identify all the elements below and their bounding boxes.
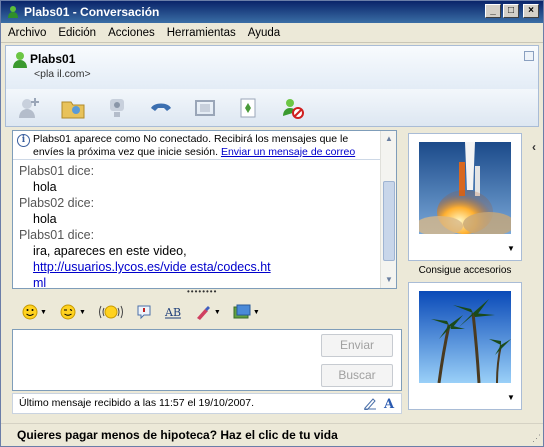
video-link-continued[interactable]: ml <box>33 276 46 288</box>
invite-icon[interactable] <box>14 93 44 123</box>
menu-bar: Archivo Edición Acciones Herramientas Ay… <box>1 23 543 43</box>
contact-display-picture[interactable]: ▼ <box>408 133 522 261</box>
activities-icon[interactable] <box>190 93 220 123</box>
svg-text:A: A <box>383 397 395 410</box>
chevron-down-icon[interactable]: ▼ <box>507 393 515 402</box>
pin-icon[interactable] <box>524 51 534 61</box>
menu-ayuda[interactable]: Ayuda <box>241 27 285 39</box>
emoticon-button[interactable]: ▼ <box>22 302 47 322</box>
wink-button[interactable]: ▼ <box>59 302 86 322</box>
nudge-button[interactable] <box>98 302 124 322</box>
title-bar[interactable]: Plabs01 - Conversación _ □ × <box>1 1 543 23</box>
nudge-icon <box>98 305 123 319</box>
contact-header: Plabs01 <pla il.com> <box>5 45 539 89</box>
info-icon: i <box>17 134 30 147</box>
message-text: ira, apareces en este video, <box>33 244 187 258</box>
smiley-icon <box>22 304 38 320</box>
contact-name: Plabs01 <box>30 52 76 66</box>
minimize-button[interactable]: _ <box>485 4 501 18</box>
message-text: hola <box>33 180 57 194</box>
send-files-icon[interactable] <box>58 93 88 123</box>
accessories-link[interactable]: Consigue accesorios <box>406 265 524 276</box>
offline-info-banner: i Plabs01 aparece como No conectado. Rec… <box>13 131 380 160</box>
speech-bubble-icon <box>137 305 151 320</box>
message-sender: Plabs02 dice: <box>19 196 95 210</box>
font-button[interactable]: AB <box>164 302 182 322</box>
scroll-thumb[interactable] <box>383 181 395 261</box>
status-bar: Último mensaje recibido a las 11:57 el 1… <box>12 393 402 414</box>
display-pictures-panel: ▼ Consigue accesorios ▼ <box>406 130 524 414</box>
wink-icon <box>60 304 76 320</box>
chevron-down-icon: ▼ <box>78 308 86 316</box>
send-email-link[interactable]: Enviar un mensaje de correo <box>221 146 355 158</box>
background-color-button[interactable]: ▼ <box>194 302 221 322</box>
chevron-down-icon[interactable]: ▼ <box>507 244 515 253</box>
chevron-down-icon: ▼ <box>40 308 47 316</box>
send-button[interactable]: Enviar <box>321 334 393 357</box>
advertisement-banner[interactable]: Quieres pagar menos de hipoteca? Haz el … <box>1 423 543 446</box>
search-button[interactable]: Buscar <box>321 364 393 387</box>
video-link[interactable]: http://usuarios.lycos.es/vide esta/codec… <box>33 260 271 274</box>
scroll-down-icon[interactable]: ▼ <box>381 272 396 288</box>
handwriting-icon[interactable] <box>363 396 377 410</box>
svg-text:AB: AB <box>164 306 181 319</box>
my-display-picture[interactable]: ▼ <box>408 282 522 410</box>
contact-status-icon <box>13 52 27 68</box>
collapse-panel-icon[interactable]: ‹ <box>527 136 541 158</box>
menu-edicion[interactable]: Edición <box>51 27 101 39</box>
message-sender: Plabs01 dice: <box>19 164 95 178</box>
message-input[interactable]: Enviar Buscar <box>12 329 402 391</box>
message-list: Plabs01 dice: hola Plabs02 dice: hola Pl… <box>19 163 379 288</box>
format-toolbar: ▼ ▼ AB ▼ ▼ <box>12 297 402 327</box>
conversation-window: Plabs01 - Conversación _ □ × Archivo Edi… <box>0 0 544 447</box>
games-icon[interactable] <box>234 93 264 123</box>
chevron-down-icon: ▼ <box>213 308 221 316</box>
last-message-status: Último mensaje recibido a las 11:57 el 1… <box>19 397 255 409</box>
photo-share-icon <box>233 304 251 319</box>
menu-herramientas[interactable]: Herramientas <box>160 27 241 39</box>
paintbrush-icon <box>196 306 210 320</box>
action-toolbar <box>5 89 539 127</box>
contact-email: <pla il.com> <box>34 68 91 80</box>
text-mode-icon[interactable]: A <box>383 396 397 410</box>
menu-archivo[interactable]: Archivo <box>1 27 51 39</box>
chevron-down-icon: ▼ <box>252 308 260 316</box>
messenger-icon <box>8 6 18 18</box>
webcam-icon[interactable] <box>102 93 132 123</box>
window-resize-icon[interactable]: ⋰ <box>532 433 541 444</box>
maximize-button[interactable]: □ <box>503 4 519 18</box>
window-title: Plabs01 - Conversación <box>24 5 160 19</box>
close-button[interactable]: × <box>523 4 539 18</box>
message-sender: Plabs01 dice: <box>19 228 95 242</box>
conversation-history[interactable]: i Plabs01 aparece como No conectado. Rec… <box>12 130 397 289</box>
menu-acciones[interactable]: Acciones <box>101 27 160 39</box>
scroll-up-icon[interactable]: ▲ <box>381 131 396 147</box>
photo-share-button[interactable]: ▼ <box>233 302 260 322</box>
block-icon[interactable] <box>278 93 308 123</box>
palm-trees-image <box>419 291 511 383</box>
resize-grip[interactable]: •••••••• <box>187 288 227 296</box>
history-scrollbar[interactable]: ▲ ▼ <box>380 131 396 288</box>
font-icon: AB <box>164 306 181 319</box>
shuttle-launch-image <box>419 142 511 234</box>
voice-clip-button[interactable] <box>136 302 152 322</box>
call-icon[interactable] <box>146 93 176 123</box>
message-text: hola <box>33 212 57 226</box>
